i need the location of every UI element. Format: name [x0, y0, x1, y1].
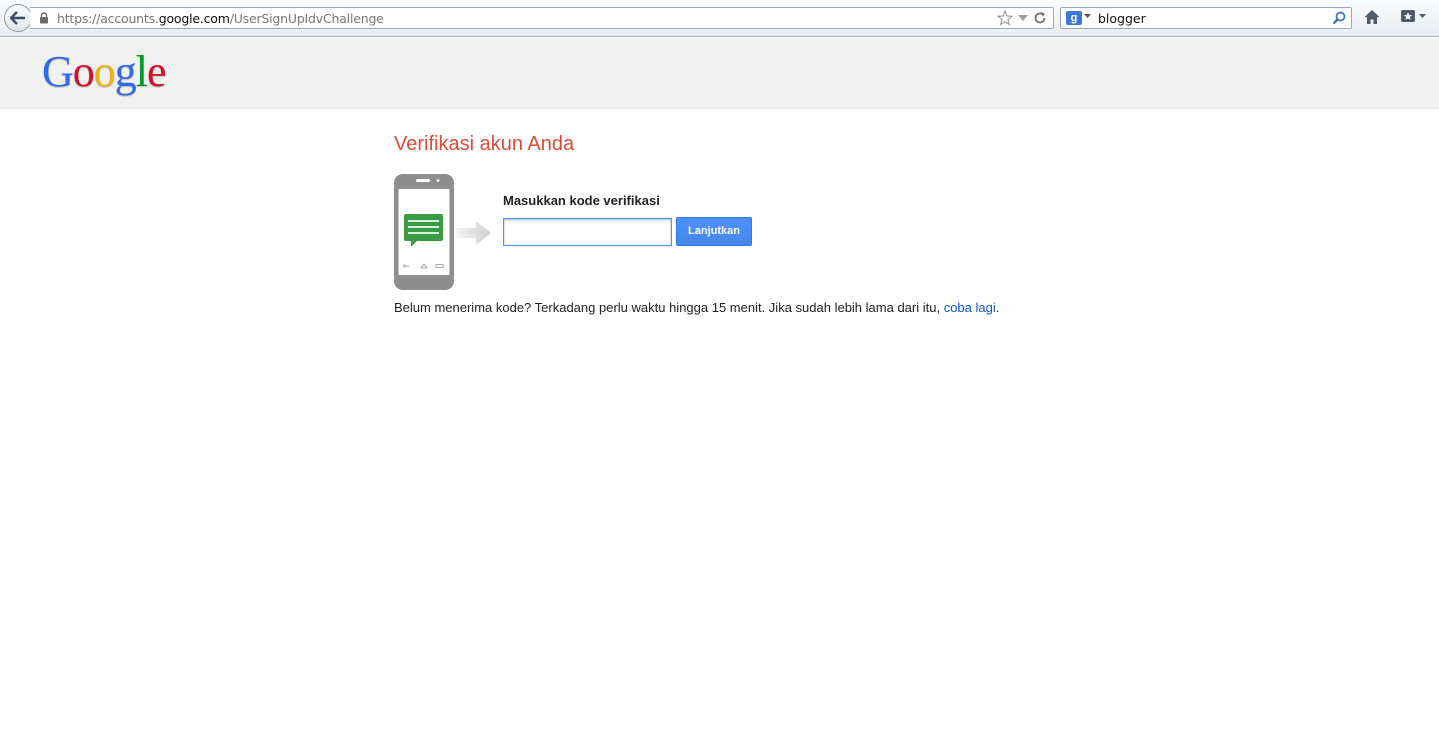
engine-dropdown-icon[interactable] [1084, 14, 1091, 19]
url-prefix: https://accounts. [57, 11, 159, 26]
back-arrow-icon [10, 11, 25, 25]
browser-toolbar: https://accounts.google.com/UserSignUpId… [0, 0, 1439, 37]
retry-link[interactable]: coba lagi [944, 300, 996, 315]
verification-code-input[interactable] [503, 218, 672, 246]
google-logo[interactable]: Google [42, 47, 167, 96]
help-text-body: Belum menerima kode? Terkadang perlu wak… [394, 300, 944, 315]
bookmarks-button[interactable] [1400, 8, 1426, 24]
home-button[interactable] [1363, 8, 1381, 31]
url-path: /UserSignUpIdvChallenge [229, 11, 384, 26]
search-bar[interactable]: g blogger [1060, 7, 1352, 29]
back-button[interactable] [4, 4, 32, 32]
continue-button[interactable]: Lanjutkan [676, 217, 752, 246]
magnifier-icon[interactable] [1332, 11, 1346, 25]
help-text-suffix: . [995, 300, 1000, 315]
url-text: https://accounts.google.com/UserSignUpId… [57, 11, 384, 26]
home-icon [1364, 10, 1380, 24]
google-engine-icon[interactable]: g [1066, 11, 1082, 25]
phone-sms-illustration [394, 174, 454, 290]
reload-icon[interactable] [1033, 11, 1047, 25]
google-header: Google [0, 38, 1439, 109]
lock-icon [40, 12, 48, 24]
logo-letter: e [147, 47, 167, 96]
verification-code-label: Masukkan kode verifikasi [503, 193, 660, 208]
logo-letter: l [135, 47, 148, 96]
logo-letter: o [93, 47, 116, 96]
bookmarks-icon [1401, 10, 1415, 22]
logo-letter: o [72, 47, 95, 96]
address-bar[interactable]: https://accounts.google.com/UserSignUpId… [30, 7, 1054, 29]
resend-help-text: Belum menerima kode? Terkadang perlu wak… [394, 300, 999, 315]
logo-letter: g [114, 47, 137, 96]
search-input[interactable]: blogger [1098, 11, 1146, 26]
arrow-right-icon [456, 221, 491, 245]
bookmark-star-icon[interactable] [997, 10, 1013, 26]
logo-letter: G [42, 47, 74, 96]
bookmarks-dropdown-icon [1419, 13, 1426, 18]
url-domain: google.com [158, 11, 230, 26]
page-title: Verifikasi akun Anda [394, 133, 575, 155]
history-dropdown-icon[interactable] [1017, 13, 1029, 23]
